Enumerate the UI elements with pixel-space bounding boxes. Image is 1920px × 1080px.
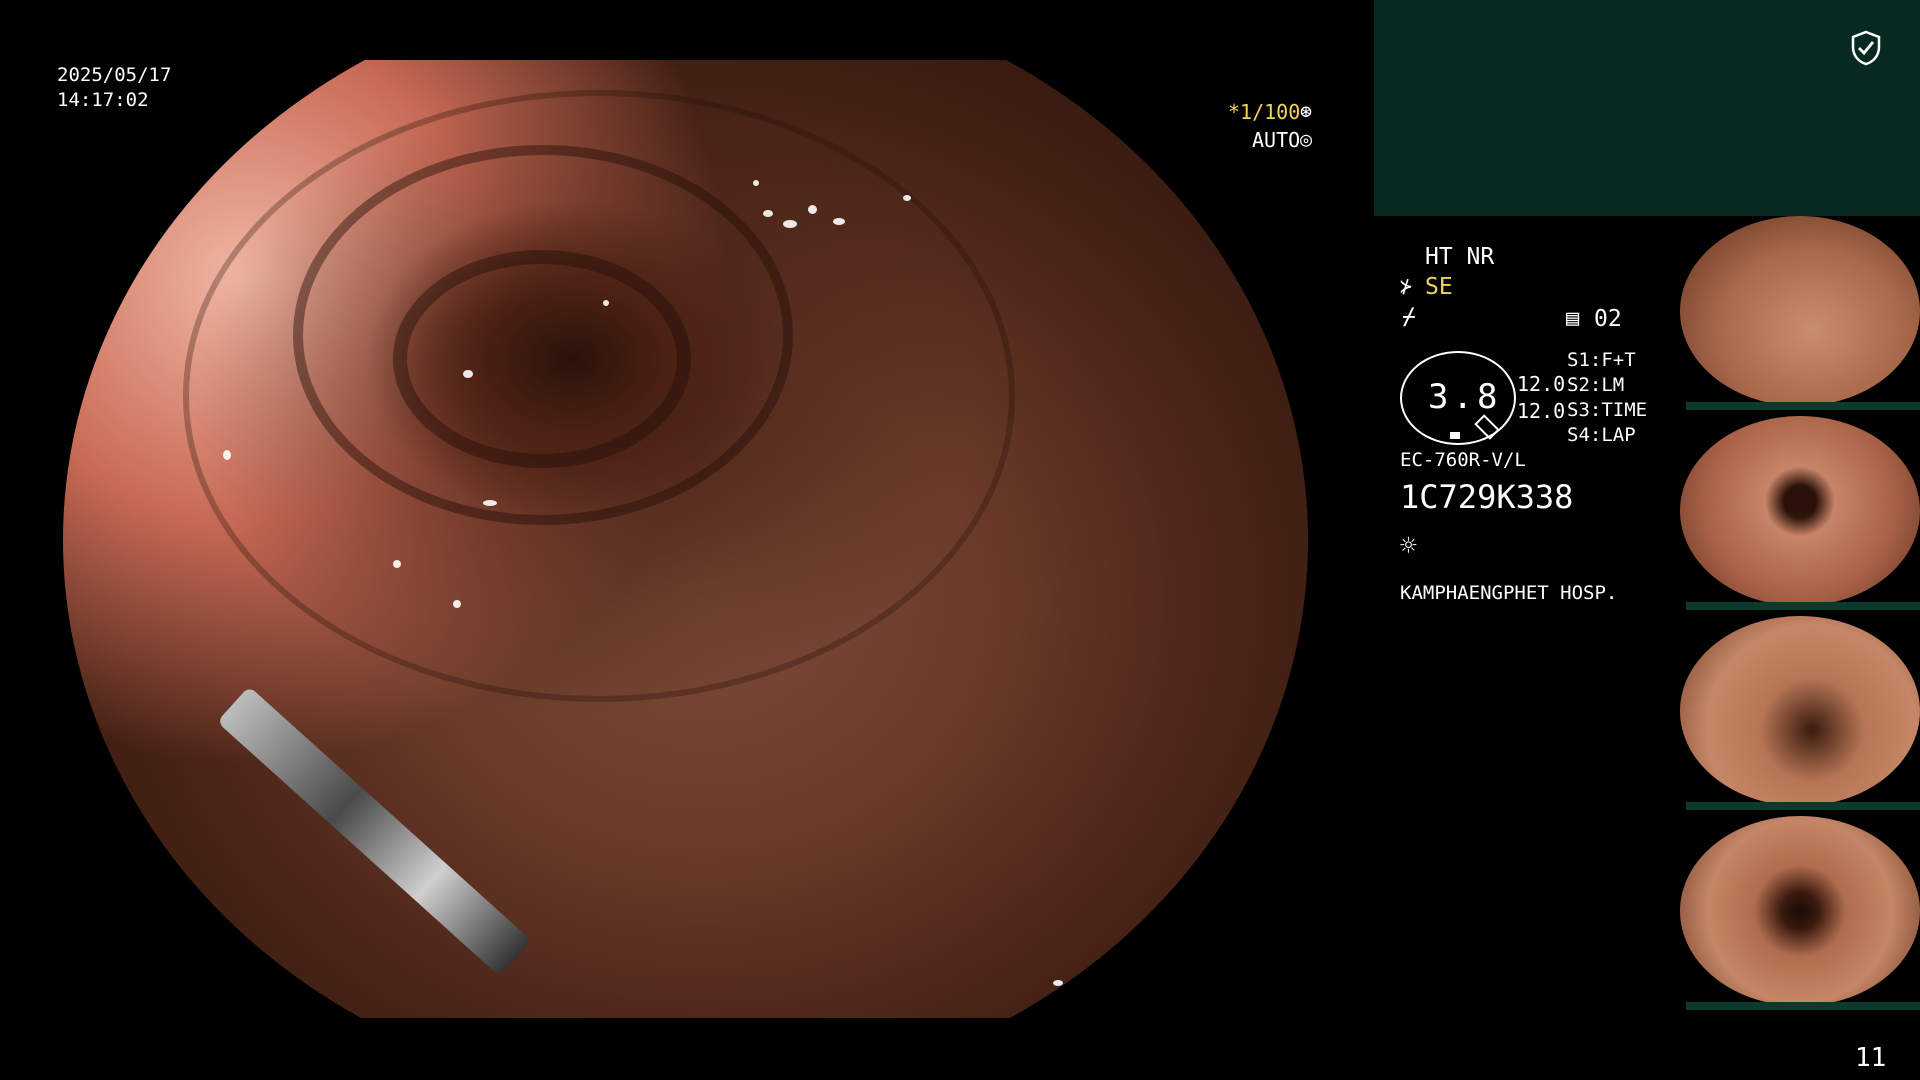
frame-mask-bottom — [0, 1018, 1380, 1080]
s1-setting: S1:F+T — [1567, 349, 1636, 371]
thumbnail-caption-bar — [1686, 602, 1920, 610]
circle-value: 3.8 — [1428, 377, 1502, 417]
specular-highlight — [223, 450, 231, 460]
instrument-tip — [216, 686, 532, 977]
thumbnail-caption-bar — [1686, 1002, 1920, 1010]
serial-number: 1C729K338 — [1400, 478, 1574, 516]
s3-setting: S3:TIME — [1567, 399, 1648, 421]
se-label: SE — [1425, 274, 1453, 300]
thumbnail-2[interactable] — [1672, 416, 1920, 612]
auto-icon: ◎ — [1300, 127, 1313, 151]
shutter-speed: *1/100 — [1228, 100, 1301, 124]
specular-highlight — [783, 220, 797, 228]
thumbnail-caption-bar — [1686, 402, 1920, 410]
tool-icon: ⌿ — [1402, 304, 1416, 330]
endoscope-view — [0, 0, 1380, 1080]
doc-icon: ▤ — [1566, 306, 1580, 331]
scope-icon: ⊁ — [1400, 274, 1413, 298]
mode-line: HT NR — [1425, 244, 1495, 270]
thumbnail-3[interactable] — [1672, 616, 1920, 812]
specular-highlight — [808, 205, 817, 214]
specular-highlight — [903, 195, 911, 201]
thumbnail-4[interactable] — [1672, 816, 1920, 1012]
scope-model: EC-760R-V/L — [1400, 449, 1526, 471]
frame-mask-top — [0, 0, 1380, 60]
specular-highlight — [603, 300, 609, 306]
thumbnail-image — [1680, 416, 1920, 606]
specular-highlight — [833, 218, 845, 225]
brightness-icon: ☼ — [1400, 529, 1417, 562]
mucosal-fold-outer — [183, 90, 1015, 702]
value-a: 12.0 — [1517, 372, 1566, 396]
value-b: 12.0 — [1517, 399, 1566, 423]
hospital-name: KAMPHAENGPHET HOSP. — [1400, 582, 1618, 604]
shutter-icon: ⊛ — [1300, 99, 1313, 123]
shield-check-icon — [1851, 30, 1881, 66]
status-panel — [1374, 0, 1920, 216]
thumbnail-image — [1680, 216, 1920, 406]
thumbnail-image — [1680, 816, 1920, 1006]
thumbnail-image — [1680, 616, 1920, 806]
specular-highlight — [483, 500, 497, 506]
endoscope-image — [63, 0, 1308, 1080]
specular-highlight — [753, 180, 759, 186]
page-number: 11 — [1855, 1043, 1887, 1073]
page-indicator: 02 — [1594, 306, 1622, 332]
s4-setting: S4:LAP — [1567, 424, 1636, 446]
specular-highlight — [453, 600, 461, 608]
specular-highlight — [463, 370, 473, 378]
thumbnail-caption-bar — [1686, 802, 1920, 810]
specular-highlight — [763, 210, 773, 217]
time-label: 14:17:02 — [57, 89, 149, 111]
gauge-marker — [1450, 432, 1460, 439]
s2-setting: S2:LM — [1567, 374, 1625, 396]
auto-mode-label: AUTO — [1252, 128, 1301, 152]
specular-highlight — [393, 560, 401, 568]
date-label: 2025/05/17 — [57, 64, 172, 86]
thumbnail-1[interactable] — [1672, 216, 1920, 412]
specular-highlight — [1053, 980, 1063, 986]
